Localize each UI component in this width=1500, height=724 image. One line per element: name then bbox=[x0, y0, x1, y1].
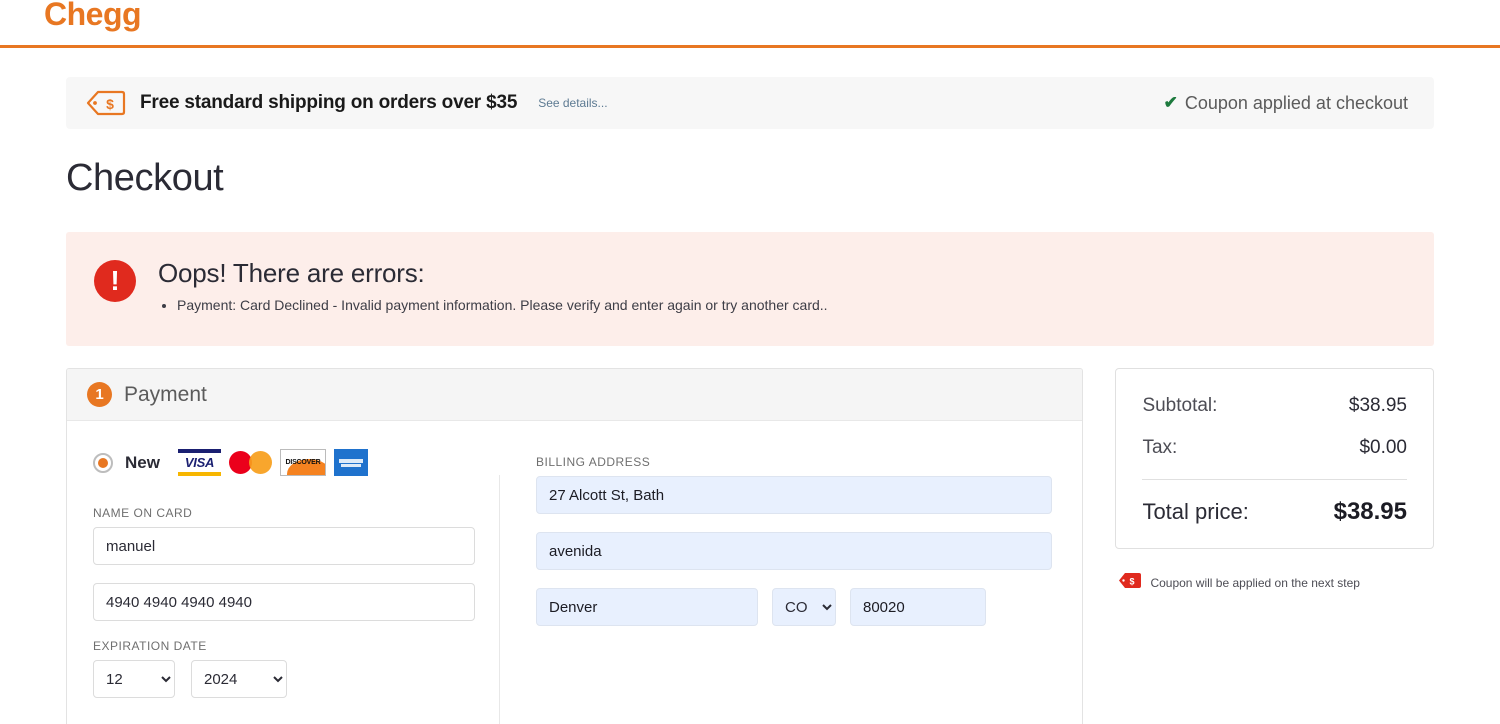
tax-label: Tax: bbox=[1142, 437, 1178, 458]
tax-row: Tax: $0.00 bbox=[1142, 437, 1407, 459]
coupon-note: $ Coupon will be applied on the next ste… bbox=[1115, 573, 1434, 593]
payment-section: 1 Payment New VISA DISCOVER NAME ON CARD… bbox=[66, 368, 1084, 724]
card-选择-row: New VISA DISCOVER bbox=[93, 449, 475, 476]
discover-icon: DISCOVER bbox=[279, 449, 326, 476]
billing-address-column: BILLING ADDRESS CO bbox=[500, 421, 1082, 724]
promo-message: Free standard shipping on orders over $3… bbox=[140, 92, 518, 113]
city-state-zip-row: CO bbox=[536, 588, 1052, 626]
error-content: Oops! There are errors: Payment: Card De… bbox=[158, 258, 828, 316]
price-tag-icon: $ bbox=[86, 90, 126, 116]
tax-value: $0.00 bbox=[1359, 437, 1407, 458]
expiration-date-label: EXPIRATION DATE bbox=[93, 639, 207, 653]
payment-section-title: Payment bbox=[124, 382, 207, 406]
header-accent-rule bbox=[0, 45, 1500, 48]
expiration-row: 12 2024 bbox=[93, 660, 475, 698]
see-details-link[interactable]: See details... bbox=[538, 96, 607, 110]
coupon-note-text: Coupon will be applied on the next step bbox=[1150, 576, 1360, 590]
price-tag-solid-icon: $ bbox=[1119, 573, 1142, 593]
page-title: Checkout bbox=[66, 157, 224, 199]
billing-zip-input[interactable] bbox=[850, 588, 986, 626]
coupon-status-text: Coupon applied at checkout bbox=[1184, 92, 1408, 113]
subtotal-row: Subtotal: $38.95 bbox=[1142, 395, 1407, 417]
promo-banner: $ Free standard shipping on orders over … bbox=[66, 77, 1434, 129]
error-banner: ! Oops! There are errors: Payment: Card … bbox=[66, 232, 1434, 346]
svg-text:$: $ bbox=[1130, 577, 1135, 587]
amex-icon bbox=[333, 449, 368, 476]
promo-banner-left: $ Free standard shipping on orders over … bbox=[86, 90, 1164, 116]
visa-icon: VISA bbox=[177, 449, 221, 476]
subtotal-value: $38.95 bbox=[1348, 395, 1407, 416]
order-summary-column: Subtotal: $38.95 Tax: $0.00 Total price:… bbox=[1115, 368, 1434, 593]
expiration-year-select[interactable]: 2024 bbox=[191, 660, 287, 698]
error-title: Oops! There are errors: bbox=[158, 258, 425, 288]
name-on-card-input[interactable] bbox=[93, 527, 475, 565]
billing-state-select[interactable]: CO bbox=[772, 588, 836, 626]
new-card-radio[interactable] bbox=[93, 452, 113, 473]
billing-city-input[interactable] bbox=[536, 588, 758, 626]
billing-address-line1-input[interactable] bbox=[536, 476, 1053, 514]
accepted-card-logos: VISA DISCOVER bbox=[177, 449, 368, 476]
exclamation-icon: ! bbox=[94, 260, 136, 302]
subtotal-label: Subtotal: bbox=[1142, 395, 1218, 416]
checkout-main-row: 1 Payment New VISA DISCOVER NAME ON CARD… bbox=[66, 368, 1434, 724]
card-details-column: New VISA DISCOVER NAME ON CARD manuel 49… bbox=[67, 421, 499, 724]
order-summary-card: Subtotal: $38.95 Tax: $0.00 Total price:… bbox=[1115, 368, 1434, 549]
billing-address-label: BILLING ADDRESS bbox=[536, 455, 651, 469]
error-message-list: Payment: Card Declined - Invalid payment… bbox=[158, 295, 828, 316]
card-number-input[interactable] bbox=[93, 583, 475, 621]
mastercard-icon bbox=[228, 449, 272, 476]
chegg-logo[interactable]: Chegg bbox=[44, 0, 142, 33]
name-on-card-label: NAME ON CARD bbox=[93, 506, 193, 520]
payment-section-body: New VISA DISCOVER NAME ON CARD manuel 49… bbox=[67, 421, 1082, 724]
payment-section-header: 1 Payment bbox=[67, 369, 1083, 421]
check-icon: ✔ bbox=[1163, 93, 1178, 112]
coupon-status: ✔ Coupon applied at checkout bbox=[1164, 93, 1414, 114]
total-value: $38.95 bbox=[1333, 498, 1407, 525]
expiration-month-select[interactable]: 12 bbox=[93, 660, 175, 698]
page-container: $ Free standard shipping on orders over … bbox=[0, 77, 1500, 724]
total-label: Total price: bbox=[1142, 499, 1249, 524]
error-message-item: Payment: Card Declined - Invalid payment… bbox=[177, 295, 828, 316]
site-header: Chegg bbox=[0, 0, 1500, 45]
step-number-badge: 1 bbox=[87, 382, 112, 407]
summary-divider bbox=[1142, 479, 1407, 480]
svg-text:$: $ bbox=[106, 96, 114, 112]
total-row: Total price: $38.95 bbox=[1142, 498, 1407, 526]
billing-address-line2-input[interactable] bbox=[536, 532, 1053, 570]
new-card-label: New bbox=[125, 452, 160, 472]
